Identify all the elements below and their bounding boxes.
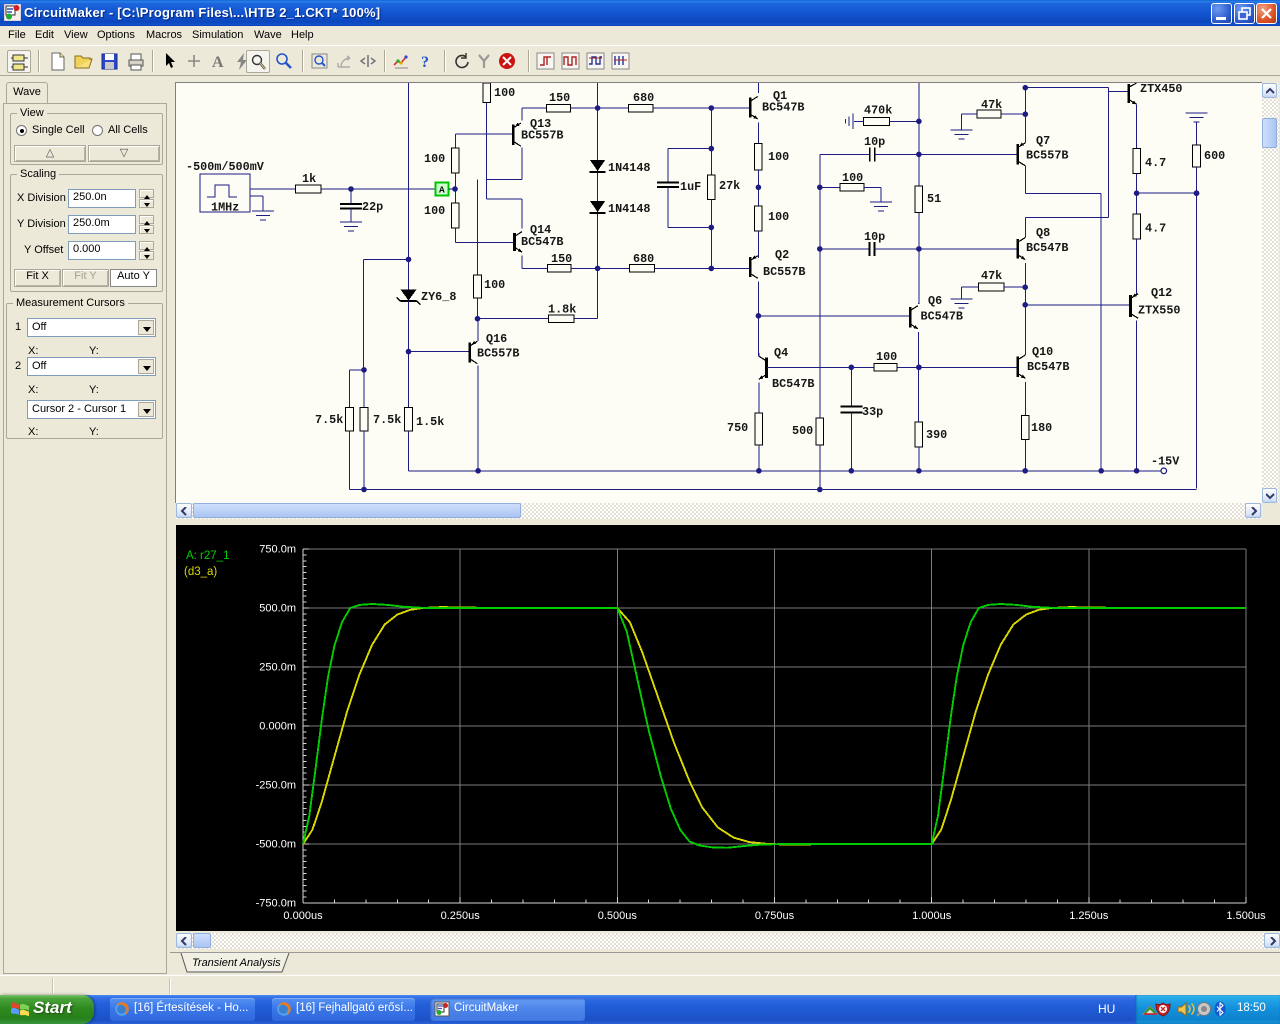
svg-text:7.5k: 7.5k [373,413,401,427]
svg-text:Q6: Q6 [928,294,942,308]
svg-text:100: 100 [484,278,505,292]
svg-text:1.000us: 1.000us [912,910,952,922]
svg-text:750: 750 [727,421,748,435]
svg-text:ZTX550: ZTX550 [1138,304,1180,318]
svg-text:1k: 1k [302,172,316,186]
svg-text:1.250us: 1.250us [1069,910,1109,922]
svg-text:Q4: Q4 [774,346,788,360]
svg-text:0.000m: 0.000m [259,721,296,733]
svg-text:0.500us: 0.500us [598,910,638,922]
svg-text:600: 600 [1204,149,1225,163]
svg-text:180: 180 [1031,421,1052,435]
svg-text:680: 680 [633,91,654,105]
svg-text:Q10: Q10 [1032,345,1053,359]
svg-text:7.5k: 7.5k [315,413,343,427]
svg-text:?: ? [421,54,429,71]
svg-text:BC547B: BC547B [921,310,963,324]
svg-text:100: 100 [842,171,863,185]
svg-text:Q16: Q16 [486,332,507,346]
svg-text:100: 100 [768,150,789,164]
svg-text:100: 100 [424,204,445,218]
svg-text:100: 100 [768,210,789,224]
svg-text:BC547B: BC547B [1026,241,1068,255]
svg-text:10p: 10p [864,135,885,149]
svg-text:100: 100 [494,86,515,100]
svg-text:1.500us: 1.500us [1226,910,1266,922]
svg-text:Q12: Q12 [1151,286,1172,300]
svg-text:BC557B: BC557B [763,265,805,279]
svg-text:150: 150 [549,91,570,105]
svg-text:0.750us: 0.750us [755,910,795,922]
svg-text:-750.0m: -750.0m [256,898,296,910]
svg-text:750.0m: 750.0m [259,544,296,556]
svg-text:680: 680 [633,252,654,266]
svg-text:1.8k: 1.8k [548,303,576,317]
svg-text:-15V: -15V [1151,455,1180,469]
svg-text:22p: 22p [362,200,383,214]
svg-text:33p: 33p [862,405,883,419]
svg-text:1N4148: 1N4148 [608,161,650,175]
svg-text:51: 51 [927,192,941,206]
svg-text:1N4148: 1N4148 [608,202,650,216]
svg-text:A: r27_1: A: r27_1 [186,550,229,562]
svg-text:100: 100 [876,350,897,364]
svg-text:4.7: 4.7 [1145,156,1166,170]
svg-text:-250.0m: -250.0m [256,780,296,792]
svg-text:10p: 10p [864,230,885,244]
svg-text:(d3_a): (d3_a) [184,566,217,578]
svg-text:500.0m: 500.0m [259,603,296,615]
svg-text:BC547B: BC547B [762,101,804,115]
svg-text:BC547B: BC547B [521,235,563,249]
svg-text:0.000us: 0.000us [283,910,323,922]
svg-text:-500.0m: -500.0m [256,839,296,851]
svg-text:0.250us: 0.250us [441,910,481,922]
svg-text:250.0m: 250.0m [259,662,296,674]
svg-text:BC557B: BC557B [521,129,563,143]
svg-text:150: 150 [551,252,572,266]
svg-text:BC557B: BC557B [477,347,519,361]
svg-text:Q8: Q8 [1036,226,1050,240]
svg-text:390: 390 [926,428,947,442]
svg-text:1MHz: 1MHz [211,201,239,215]
svg-text:1uF: 1uF [680,180,701,194]
svg-text:ZTX450: ZTX450 [1140,83,1182,96]
svg-text:470k: 470k [864,104,892,118]
svg-text:500: 500 [792,424,813,438]
svg-text:Q2: Q2 [775,248,789,262]
svg-text:BC547B: BC547B [1027,360,1069,374]
svg-text:ZY6_8: ZY6_8 [421,290,456,304]
svg-text:A: A [212,54,224,71]
svg-text:Q7: Q7 [1036,134,1050,148]
svg-text:27k: 27k [719,179,740,193]
svg-text:1.5k: 1.5k [416,415,444,429]
svg-text:A: A [439,185,445,196]
svg-text:BC557B: BC557B [1026,149,1068,163]
svg-text:47k: 47k [981,269,1002,283]
svg-text:4.7: 4.7 [1145,222,1166,236]
svg-text:-500m/500mV: -500m/500mV [186,160,265,174]
svg-text:BC547B: BC547B [772,377,814,391]
svg-text:100: 100 [424,152,445,166]
